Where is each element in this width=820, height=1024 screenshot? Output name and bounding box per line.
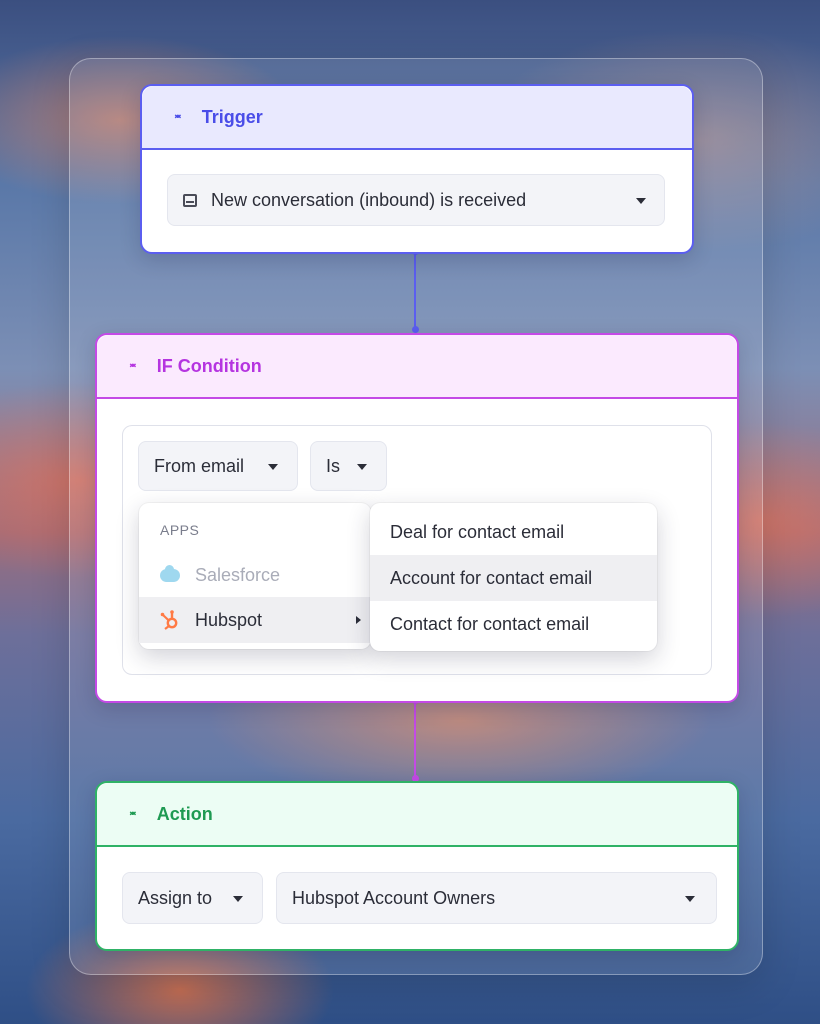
action-verb-value: Assign to (138, 887, 213, 908)
action-verb-select[interactable]: Assign to (122, 872, 263, 924)
hubspot-icon (160, 610, 178, 630)
menu-item-salesforce[interactable]: Salesforce (139, 553, 371, 597)
salesforce-label: Salesforce (195, 564, 281, 585)
action-header[interactable]: ⌄ ⌃ Action (97, 783, 737, 847)
trigger-header[interactable]: ⌄ ⌃ Trigger (142, 86, 692, 150)
condition-title: IF Condition (156, 355, 262, 376)
condition-card: ⌄ ⌃ IF Condition From email Is APPS Sales… (95, 333, 739, 703)
chevron-down-icon (636, 198, 646, 204)
chevron-down-icon (268, 464, 278, 470)
collapse-icon[interactable]: ⌄ ⌃ (127, 803, 139, 824)
condition-header[interactable]: ⌄ ⌃ IF Condition (97, 335, 737, 399)
salesforce-cloud-icon (160, 564, 180, 582)
trigger-title: Trigger (201, 106, 263, 127)
condition-action-connector (414, 699, 416, 781)
action-title: Action (156, 803, 213, 824)
collapse-icon[interactable]: ⌄ ⌃ (172, 106, 184, 127)
action-target-value: Hubspot Account Owners (292, 887, 496, 908)
connector-dot (412, 326, 419, 333)
chevron-down-icon (233, 896, 243, 902)
field-select-value: From email (154, 455, 245, 476)
menu-item-hubspot[interactable]: Hubspot (139, 597, 371, 643)
apps-dropdown: APPS Salesforce Hubspot (139, 503, 371, 649)
menu-item-contact[interactable]: Contact for contact email (370, 601, 657, 647)
trigger-condition-connector (414, 250, 416, 332)
operator-select-value: Is (326, 455, 341, 476)
action-card: ⌄ ⌃ Action Assign to Hubspot Account Owne… (95, 781, 739, 951)
operator-select[interactable]: Is (310, 441, 387, 491)
chevron-right-icon (356, 616, 361, 624)
hubspot-label: Hubspot (195, 609, 263, 630)
apps-section-label: APPS (160, 522, 200, 538)
inbox-icon (183, 193, 197, 207)
action-target-select[interactable]: Hubspot Account Owners (276, 872, 717, 924)
menu-item-deal[interactable]: Deal for contact email (370, 509, 657, 555)
chevron-down-icon (357, 464, 367, 470)
field-select[interactable]: From email (138, 441, 298, 491)
trigger-event-value: New conversation (inbound) is received (211, 189, 527, 210)
collapse-icon[interactable]: ⌄ ⌃ (127, 355, 139, 376)
trigger-event-select[interactable]: New conversation (inbound) is received (167, 174, 665, 226)
menu-item-account[interactable]: Account for contact email (370, 555, 657, 601)
chevron-down-icon (685, 896, 695, 902)
hubspot-submenu: Deal for contact email Account for conta… (370, 503, 657, 651)
trigger-card: ⌄ ⌃ Trigger New conversation (inbound) is… (140, 84, 694, 254)
